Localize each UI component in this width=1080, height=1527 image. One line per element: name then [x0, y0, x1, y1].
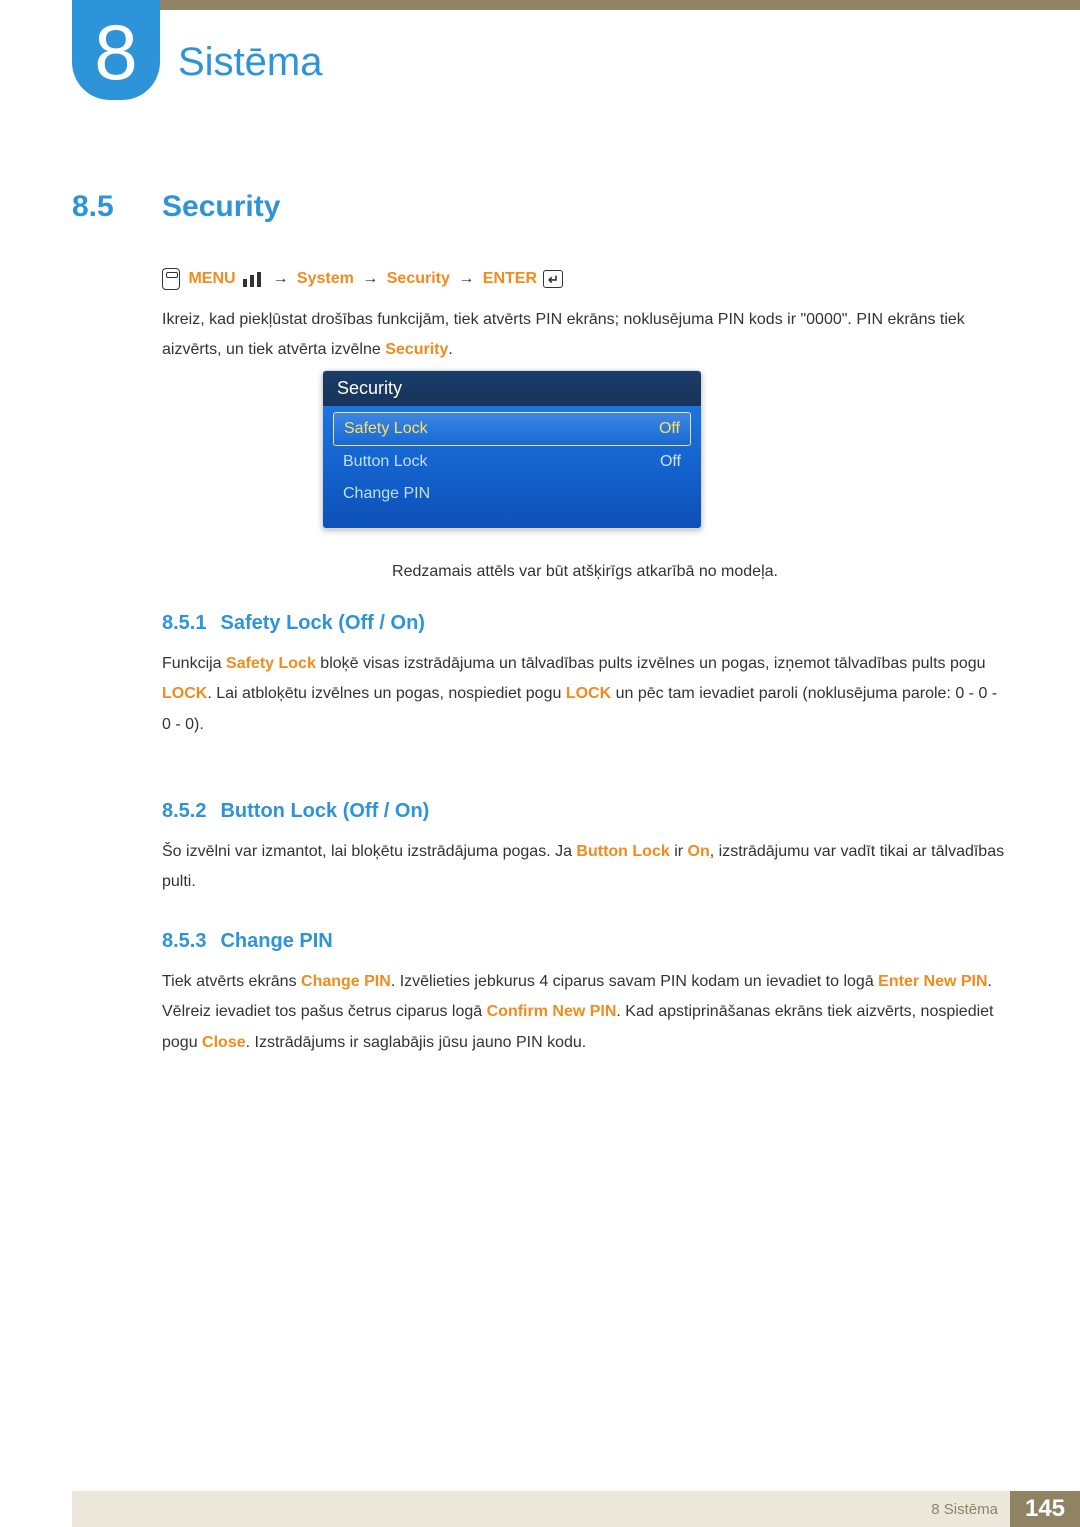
menu-icon: [242, 272, 262, 287]
arrow-icon: →: [362, 270, 378, 287]
subsection-body: Šo izvēlni var izmantot, lai bloķētu izs…: [162, 837, 1008, 898]
body-text-span: . Lai atbloķētu izvēlnes un pogas, nospi…: [207, 685, 565, 702]
highlight-text: Change PIN: [301, 973, 391, 990]
osd-row-value: Off: [659, 420, 680, 438]
osd-row[interactable]: Change PIN: [333, 478, 691, 510]
subsection-change-pin: 8.5.3Change PINTiek atvērts ekrāns Chang…: [162, 930, 1008, 1058]
body-text-span: Tiek atvērts ekrāns: [162, 973, 301, 990]
body-text-span: bloķē visas izstrādājuma un tālvadības p…: [316, 655, 986, 672]
subsection-heading: 8.5.3 Change PIN: [162, 930, 1008, 953]
highlight-text: LOCK: [566, 685, 611, 702]
nav-menu-label: MENU: [188, 270, 235, 287]
highlight-text: Enter New PIN: [878, 973, 987, 990]
section-heading: 8.5 Security: [72, 190, 280, 224]
intro-highlight: Security: [385, 341, 448, 358]
image-disclaimer: Redzamais attēls var būt atšķirīgs atkar…: [162, 557, 1008, 587]
subsection-safety-lock: 8.5.1 Safety Lock (Off / On) Funkcija Safe…: [162, 612, 1008, 740]
enter-icon: ↵: [543, 270, 563, 288]
subsection-button-lock: 8.5.2 Button Lock (Off / On) Šo izvēlni va…: [162, 800, 1008, 898]
navigation-path: MENU → System → Security → ENTER ↵: [162, 268, 1008, 290]
osd-row-label: Safety Lock: [344, 420, 428, 438]
subsection-heading: 8.5.1 Safety Lock (Off / On): [162, 612, 1008, 635]
osd-panel-title: Security: [323, 371, 701, 406]
body-text-span: ir: [670, 843, 688, 860]
subsection-number: 8.5.2: [162, 800, 206, 823]
subsection-title: Change PIN: [220, 930, 332, 953]
remote-icon: [162, 268, 180, 290]
body-text-span: Funkcija: [162, 655, 226, 672]
highlight-text: Close: [202, 1034, 246, 1051]
highlight-text: Button Lock: [576, 843, 669, 860]
intro-text-before: Ikreiz, kad piekļūstat drošības funkcijā…: [162, 311, 965, 358]
subsection-title: Safety Lock (Off / On): [220, 612, 424, 635]
subsection-number: 8.5.3: [162, 930, 206, 953]
section-number: 8.5: [72, 190, 162, 224]
nav-system-label: System: [297, 270, 354, 287]
subsection-body: Funkcija Safety Lock bloķē visas izstrād…: [162, 649, 1008, 740]
chapter-title: Sistēma: [178, 40, 323, 85]
subsection-body: Tiek atvērts ekrāns Change PIN. Izvēliet…: [162, 967, 1008, 1058]
osd-row[interactable]: Safety Lock Off: [333, 412, 691, 446]
osd-row-label: Change PIN: [343, 485, 430, 503]
chapter-number-badge: 8: [72, 0, 160, 100]
osd-row[interactable]: Button Lock Off: [333, 446, 691, 478]
intro-paragraph: Ikreiz, kad piekļūstat drošības funkcijā…: [162, 305, 1008, 366]
nav-security-label: Security: [387, 270, 450, 287]
subsection-title: Button Lock (Off / On): [220, 800, 429, 823]
header-decoration-bar: [72, 0, 1080, 10]
osd-panel-body: Safety Lock Off Button Lock Off Change PIN: [323, 406, 701, 528]
body-text-span: Šo izvēlni var izmantot, lai bloķētu izs…: [162, 843, 576, 860]
subsection-number: 8.5.1: [162, 612, 206, 635]
arrow-icon: →: [272, 270, 288, 287]
highlight-text: LOCK: [162, 685, 207, 702]
body-text-span: . Izvēlieties jebkurus 4 ciparus savam P…: [391, 973, 878, 990]
highlight-text: Safety Lock: [226, 655, 316, 672]
osd-security-panel: Security Safety Lock Off Button Lock Off Cha…: [322, 370, 702, 529]
osd-row-value: Off: [660, 453, 681, 471]
nav-enter-label: ENTER: [483, 270, 537, 287]
footer-chapter-label: 8 Sistēma: [931, 1501, 998, 1518]
section-title: Security: [162, 190, 280, 224]
highlight-text: On: [688, 843, 710, 860]
body-text-span: . Izstrādājums ir saglabājis jūsu jauno …: [246, 1034, 587, 1051]
osd-row-label: Button Lock: [343, 453, 428, 471]
arrow-icon: →: [458, 270, 474, 287]
footer-page-number: 145: [1010, 1491, 1080, 1527]
highlight-text: Confirm New PIN: [487, 1003, 617, 1020]
page-footer: 8 Sistēma 145: [72, 1491, 1080, 1527]
intro-text-after: .: [448, 341, 452, 358]
subsection-heading: 8.5.2 Button Lock (Off / On): [162, 800, 1008, 823]
